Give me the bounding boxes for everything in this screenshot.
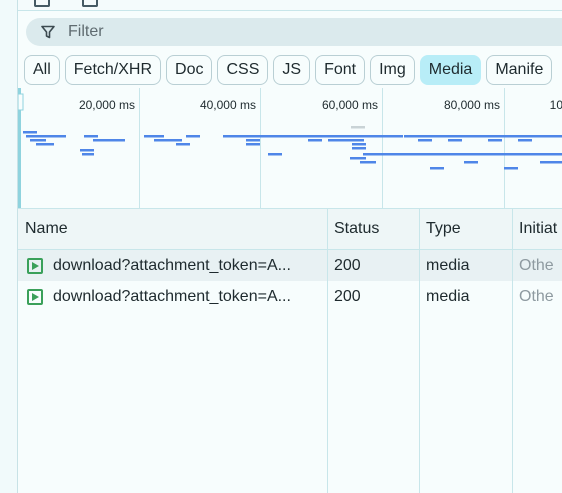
request-bar [504,167,518,170]
request-status: 200 [334,257,361,274]
request-bar [82,153,94,156]
chip-fetch-xhr[interactable]: Fetch/XHR [64,55,162,85]
request-bar [518,139,532,142]
record-icon[interactable] [34,0,50,7]
network-overview-timeline[interactable]: 20,000 ms 40,000 ms 60,000 ms 80,000 ms … [18,88,562,209]
request-bar [360,161,376,164]
request-name[interactable]: download?attachment_token=A... [46,281,327,312]
request-status: 200 [334,288,361,305]
column-header-status[interactable]: Status [327,209,419,249]
request-bar [430,167,444,170]
request-bar [540,161,562,164]
column-divider[interactable] [327,209,328,493]
resource-type-filters: All Fetch/XHR Doc CSS JS Font Img Media Manife [24,55,562,85]
request-type: media [426,288,470,305]
request-bar [246,139,260,142]
request-type: media [426,257,470,274]
request-name[interactable]: download?attachment_token=A... [46,250,327,281]
requests-table: Name Status Type Initiat download?attach… [18,209,562,493]
column-header-initiator[interactable]: Initiat [512,209,562,249]
toolbar-top [18,0,562,11]
request-bar [350,157,366,160]
tick-label: 60,000 ms [322,98,378,112]
request-bar [268,153,282,156]
request-bar [93,139,125,142]
request-bar [488,139,502,142]
request-bar [328,139,364,142]
filter-icon [41,25,55,39]
request-bar [404,135,562,138]
column-header-type[interactable]: Type [419,209,512,249]
request-bar [80,149,94,152]
overview-graph: 20,000 ms 40,000 ms 60,000 ms 80,000 ms … [18,88,562,208]
request-bar [30,139,46,142]
request-bar [84,135,98,138]
media-file-icon [27,258,43,274]
chip-media[interactable]: Media [419,55,482,85]
table-header: Name Status Type Initiat [18,209,562,250]
request-bar [168,139,182,142]
request-bar [246,143,260,146]
request-initiator: Othe [519,257,554,274]
table-row[interactable]: download?attachment_token=A... 200 media… [18,281,562,312]
request-bar [418,139,432,142]
chip-all[interactable]: All [24,55,60,85]
tick-label: 80,000 ms [444,98,500,112]
request-bar [464,161,478,164]
chip-img[interactable]: Img [370,55,415,85]
request-bar [283,135,403,138]
tick-label: 20,000 ms [79,98,135,112]
overview-window-grip [18,93,24,111]
request-bar [308,139,322,142]
chip-doc[interactable]: Doc [166,55,213,85]
clear-icon[interactable] [82,0,98,7]
request-bar [26,135,66,138]
filter-input[interactable]: Filter [26,18,562,46]
media-file-icon [27,289,43,305]
request-bar [186,135,200,138]
request-bars [23,131,562,170]
chip-font[interactable]: Font [315,55,366,85]
network-panel: Filter All Fetch/XHR Doc CSS JS Font Img Media M… [17,0,562,493]
tick-label: 40,000 ms [200,98,256,112]
request-bar [363,153,562,156]
request-bar-pending [351,126,365,129]
tick-label: 10 [550,98,562,112]
column-divider[interactable] [512,209,513,493]
chip-js[interactable]: JS [273,55,311,85]
request-bar [176,143,190,146]
request-bar [154,139,168,142]
column-divider[interactable] [419,209,420,493]
column-header-name[interactable]: Name [18,209,327,249]
request-bar [223,135,283,138]
chip-manifest[interactable]: Manife [486,55,553,85]
request-bar [352,147,366,150]
request-bar [144,135,164,138]
table-row[interactable]: download?attachment_token=A... 200 media… [18,250,562,281]
request-bar [352,143,366,146]
request-bar [23,131,37,134]
filter-placeholder: Filter [68,23,104,40]
request-bar [36,143,54,146]
request-initiator: Othe [519,288,554,305]
request-bar [448,139,462,142]
chip-css[interactable]: CSS [217,55,269,85]
